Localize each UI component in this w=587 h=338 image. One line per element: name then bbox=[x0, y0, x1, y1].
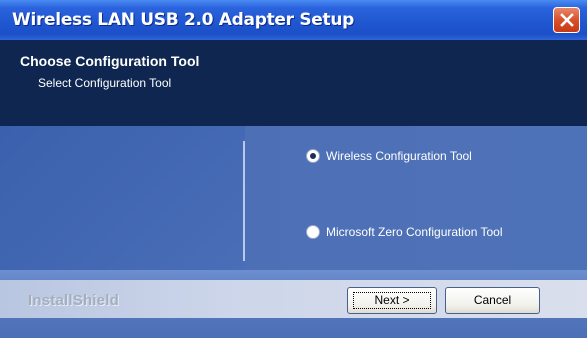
footer-bar: InstallShield Next > Cancel bbox=[0, 270, 587, 338]
window-title: Wireless LAN USB 2.0 Adapter Setup bbox=[12, 10, 354, 30]
installshield-logo: InstallShield bbox=[28, 292, 119, 309]
focus-rectangle bbox=[353, 292, 431, 309]
radio-button-selected[interactable] bbox=[306, 149, 320, 163]
cancel-button-label: Cancel bbox=[473, 293, 512, 307]
vertical-divider bbox=[243, 141, 245, 261]
cancel-button[interactable]: Cancel bbox=[445, 287, 540, 314]
header-band: Choose Configuration Tool Select Configu… bbox=[0, 40, 587, 126]
options-panel: Wireless Configuration Tool Microsoft Ze… bbox=[0, 126, 587, 270]
title-bar[interactable]: Wireless LAN USB 2.0 Adapter Setup bbox=[0, 0, 587, 40]
next-button[interactable]: Next > bbox=[347, 287, 437, 314]
option-label: Wireless Configuration Tool bbox=[326, 149, 472, 163]
page-title: Choose Configuration Tool bbox=[20, 53, 200, 69]
close-icon bbox=[560, 13, 574, 27]
close-button[interactable] bbox=[553, 7, 580, 33]
setup-dialog: Wireless LAN USB 2.0 Adapter Setup Choos… bbox=[0, 0, 587, 338]
page-subtitle: Select Configuration Tool bbox=[38, 76, 172, 90]
decorative-side-panel bbox=[0, 126, 245, 270]
radio-button[interactable] bbox=[306, 225, 320, 239]
radio-selected-dot bbox=[310, 153, 316, 159]
option-label: Microsoft Zero Configuration Tool bbox=[326, 225, 503, 239]
